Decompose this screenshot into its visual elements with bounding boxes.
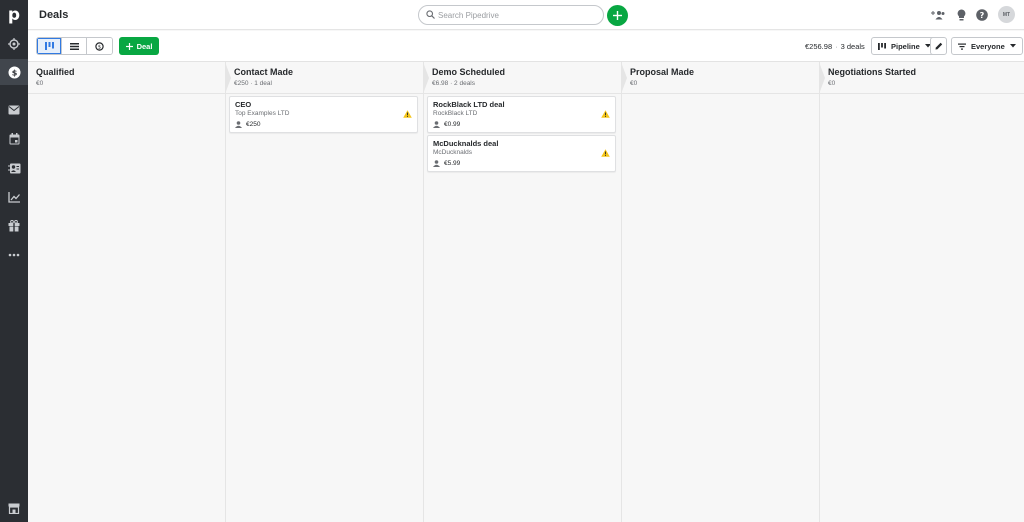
deal-organization: RockBlack LTD xyxy=(433,110,478,117)
stage-dropzone[interactable] xyxy=(820,94,1024,98)
stage-name: Proposal Made xyxy=(630,67,695,77)
stage-dropzone[interactable] xyxy=(622,94,819,98)
deals-icon[interactable]: $ xyxy=(0,59,28,85)
search-input[interactable] xyxy=(438,8,598,22)
plus-icon xyxy=(125,42,133,50)
warning-icon[interactable] xyxy=(403,110,412,118)
stage-column-qualified: Qualified €0 xyxy=(28,62,231,522)
search-box[interactable] xyxy=(418,5,604,25)
stage-name: Demo Scheduled xyxy=(432,67,506,77)
deal-value: €250 xyxy=(246,121,261,128)
calendar-icon[interactable] xyxy=(0,126,28,152)
stage-dropzone[interactable]: CEO Top Examples LTD €250 xyxy=(226,94,423,137)
pipeline-view-icon xyxy=(878,42,886,50)
stage-dropzone[interactable] xyxy=(28,94,225,98)
deal-value: €0.99 xyxy=(444,121,461,128)
products-icon[interactable] xyxy=(0,213,28,239)
deal-value-row: €5.99 xyxy=(433,160,460,167)
user-avatar[interactable]: MT xyxy=(998,6,1015,23)
plus-icon xyxy=(613,11,622,20)
owner-filter[interactable]: Everyone xyxy=(951,37,1023,55)
pipeline-view-button[interactable] xyxy=(37,38,62,54)
forecast-view-icon: $ xyxy=(95,41,104,51)
deal-organization: McDucknalds xyxy=(433,149,473,156)
deal-title: CEO xyxy=(235,100,252,109)
quick-add-button[interactable] xyxy=(607,5,628,26)
search-icon xyxy=(426,10,435,19)
insights-icon[interactable] xyxy=(0,184,28,210)
edit-pipeline-button[interactable] xyxy=(930,37,947,55)
deal-count: 3 deals xyxy=(840,42,865,51)
marketplace-icon[interactable] xyxy=(0,495,28,521)
owner-filter-label: Everyone xyxy=(971,41,1005,51)
contacts-icon[interactable] xyxy=(0,155,28,181)
deal-value-row: €0.99 xyxy=(433,121,460,128)
stage-header: Proposal Made €0 xyxy=(622,62,825,94)
list-view-button[interactable] xyxy=(62,38,87,54)
stage-column-negotiations-started: Negotiations Started €0 xyxy=(820,62,1024,522)
stage-name: Qualified xyxy=(36,67,75,77)
stage-summary: €6.98 · 2 deals xyxy=(432,80,476,87)
stage-summary: €250 · 1 deal xyxy=(234,80,272,87)
svg-text:$: $ xyxy=(11,68,17,77)
mail-icon[interactable] xyxy=(0,97,28,123)
person-icon xyxy=(433,121,440,128)
add-deal-button[interactable]: Deal xyxy=(119,37,159,55)
top-header: Deals ? MT xyxy=(28,0,1024,30)
pipedrive-logo[interactable]: p xyxy=(0,0,28,30)
deal-card[interactable]: CEO Top Examples LTD €250 xyxy=(229,96,418,133)
stage-name: Contact Made xyxy=(234,67,294,77)
pipeline-select[interactable]: Pipeline xyxy=(871,37,938,55)
stage-name: Negotiations Started xyxy=(828,67,917,77)
pipeline-summary: €256.98 · 3 deals xyxy=(805,42,865,51)
stage-column-demo-scheduled: Demo Scheduled €6.98 · 2 deals RockBlack… xyxy=(424,62,627,522)
view-switcher: $ xyxy=(36,37,113,55)
add-user-icon[interactable] xyxy=(930,7,946,23)
stage-header: Contact Made €250 · 1 deal xyxy=(226,62,429,94)
person-icon xyxy=(433,160,440,167)
deal-card[interactable]: RockBlack LTD deal RockBlack LTD €0.99 xyxy=(427,96,616,133)
pencil-icon xyxy=(935,42,942,50)
help-icon[interactable]: ? xyxy=(974,7,990,23)
focus-icon[interactable] xyxy=(0,31,28,57)
stage-column-contact-made: Contact Made €250 · 1 deal CEO Top Examp… xyxy=(226,62,429,522)
deal-value: €5.99 xyxy=(444,160,461,167)
stage-summary: €0 xyxy=(828,80,836,87)
chevron-down-icon xyxy=(1009,44,1016,48)
svg-text:$: $ xyxy=(98,44,101,50)
list-view-icon xyxy=(69,42,79,50)
stage-summary: €0 xyxy=(36,80,44,87)
stage-header: Negotiations Started €0 xyxy=(820,62,1024,94)
left-nav: p $ xyxy=(0,0,28,522)
warning-icon[interactable] xyxy=(601,149,610,157)
deal-value-row: €250 xyxy=(235,121,260,128)
lightbulb-icon[interactable] xyxy=(953,7,969,23)
page-title: Deals xyxy=(39,9,69,21)
deal-title: RockBlack LTD deal xyxy=(433,100,505,109)
filter-icon xyxy=(958,43,966,50)
stage-column-proposal-made: Proposal Made €0 xyxy=(622,62,825,522)
deal-card[interactable]: McDucknalds deal McDucknalds €5.99 xyxy=(427,135,616,172)
person-icon xyxy=(235,121,242,128)
deal-organization: Top Examples LTD xyxy=(235,110,290,117)
add-deal-label: Deal xyxy=(136,41,153,51)
pipeline-select-label: Pipeline xyxy=(891,41,920,51)
forecast-view-button[interactable]: $ xyxy=(87,38,112,54)
deal-title: McDucknalds deal xyxy=(433,139,499,148)
stage-header: Qualified €0 xyxy=(28,62,231,94)
more-icon[interactable] xyxy=(0,242,28,268)
svg-text:?: ? xyxy=(980,11,985,20)
stage-header: Demo Scheduled €6.98 · 2 deals xyxy=(424,62,627,94)
pipeline-board: Qualified €0 Contact Made €250 · 1 deal … xyxy=(28,62,1024,522)
stage-summary: €0 xyxy=(630,80,638,87)
total-value: €256.98 xyxy=(805,42,833,51)
toolbar: $ Deal €256.98 · 3 deals Pipeline Everyone xyxy=(28,31,1024,62)
warning-icon[interactable] xyxy=(601,110,610,118)
pipeline-view-icon xyxy=(44,42,54,50)
stage-dropzone[interactable]: RockBlack LTD deal RockBlack LTD €0.99 M… xyxy=(424,94,621,176)
